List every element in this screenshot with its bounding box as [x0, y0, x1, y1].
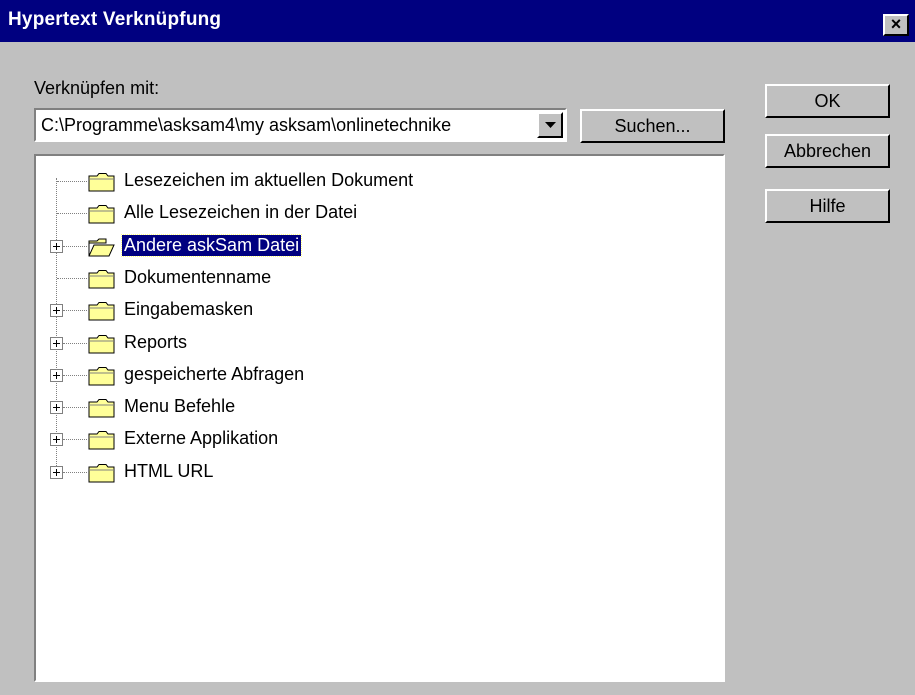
- tree-item-label: Lesezeichen im aktuellen Dokument: [124, 170, 414, 190]
- folder-icon: [88, 205, 115, 224]
- dropdown-button[interactable]: [537, 112, 563, 138]
- open-folder-icon: [88, 238, 115, 257]
- cancel-button-label: Abbrechen: [783, 141, 872, 161]
- link-target-combobox[interactable]: C:\Programme\asksam4\my asksam\onlinetec…: [34, 108, 567, 142]
- tree-item-label: Andere askSam Datei: [120, 233, 303, 257]
- tree-item-label: Reports: [124, 331, 188, 352]
- tree-item[interactable]: Externe Applikation: [36, 424, 716, 456]
- expand-plus-icon[interactable]: [50, 304, 63, 318]
- tree-item-label: HTML URL: [124, 460, 214, 481]
- tree-item[interactable]: Menu Befehle: [36, 392, 716, 424]
- link-target-value: C:\Programme\asksam4\my asksam\onlinetec…: [41, 115, 452, 135]
- help-button-label: Hilfe: [809, 196, 846, 216]
- tree-item[interactable]: Andere askSam Datei: [36, 231, 716, 263]
- tree-item-label: gespeicherte Abfragen: [124, 363, 305, 384]
- tree-item[interactable]: Alle Lesezeichen in der Datei: [36, 198, 716, 230]
- folder-icon: [88, 399, 115, 418]
- search-button-label: Suchen...: [614, 116, 691, 136]
- tree-connector: [57, 277, 87, 279]
- folder-icon: [88, 269, 115, 289]
- tree-connector: [63, 471, 87, 473]
- tree-item-label: Externe Applikation: [124, 428, 279, 449]
- close-icon: ×: [890, 14, 902, 34]
- dialog-window: Hypertext Verknüpfung × Verknüpfen mit: …: [0, 0, 915, 695]
- expand-plus-icon[interactable]: [50, 239, 63, 253]
- tree-connector: [63, 342, 87, 344]
- tree-item[interactable]: Reports: [36, 328, 716, 360]
- expand-plus-icon[interactable]: [50, 465, 63, 479]
- expand-plus-icon[interactable]: [50, 401, 63, 415]
- tree-connector: [57, 181, 87, 182]
- window-title: Hypertext Verknüpfung: [8, 9, 222, 30]
- tree-connector: [63, 374, 87, 376]
- folder-icon: [88, 431, 115, 450]
- expand-plus-icon[interactable]: [50, 336, 63, 350]
- folder-icon: [88, 334, 115, 353]
- title-bar[interactable]: Hypertext Verknüpfung ×: [0, 0, 915, 42]
- search-button[interactable]: Suchen...: [580, 109, 725, 143]
- tree-item[interactable]: Lesezeichen im aktuellen Dokument: [36, 166, 716, 198]
- expand-plus-icon[interactable]: [50, 433, 63, 447]
- folder-icon: [88, 173, 115, 192]
- close-button[interactable]: ×: [883, 14, 909, 36]
- tree-item[interactable]: Eingabemasken: [36, 295, 716, 327]
- tree-connector: [63, 245, 87, 247]
- tree-item-label: Eingabemasken: [124, 299, 254, 320]
- tree-item[interactable]: HTML URL: [36, 457, 716, 489]
- tree-item[interactable]: gespeicherte Abfragen: [36, 360, 716, 392]
- link-target-label: Verknüpfen mit:: [34, 78, 160, 98]
- link-type-tree[interactable]: Lesezeichen im aktuellen Dokument Alle Le…: [34, 154, 725, 682]
- tree-connector: [63, 439, 87, 441]
- tree-item-label: Dokumentenname: [124, 266, 272, 287]
- folder-icon: [88, 366, 115, 386]
- chevron-down-icon: [545, 122, 556, 128]
- tree-connector: [57, 213, 87, 215]
- folder-icon: [88, 302, 115, 321]
- cancel-button[interactable]: Abbrechen: [765, 134, 890, 168]
- tree-item-label: Menu Befehle: [124, 396, 236, 417]
- tree-connector: [63, 310, 87, 312]
- folder-icon: [88, 463, 115, 483]
- tree-item-label: Alle Lesezeichen in der Datei: [124, 202, 358, 223]
- ok-button[interactable]: OK: [765, 84, 890, 118]
- ok-button-label: OK: [814, 91, 841, 111]
- expand-plus-icon[interactable]: [50, 368, 63, 382]
- tree-connector: [63, 407, 87, 409]
- help-button[interactable]: Hilfe: [765, 189, 890, 223]
- tree-item[interactable]: Dokumentenname: [36, 263, 716, 295]
